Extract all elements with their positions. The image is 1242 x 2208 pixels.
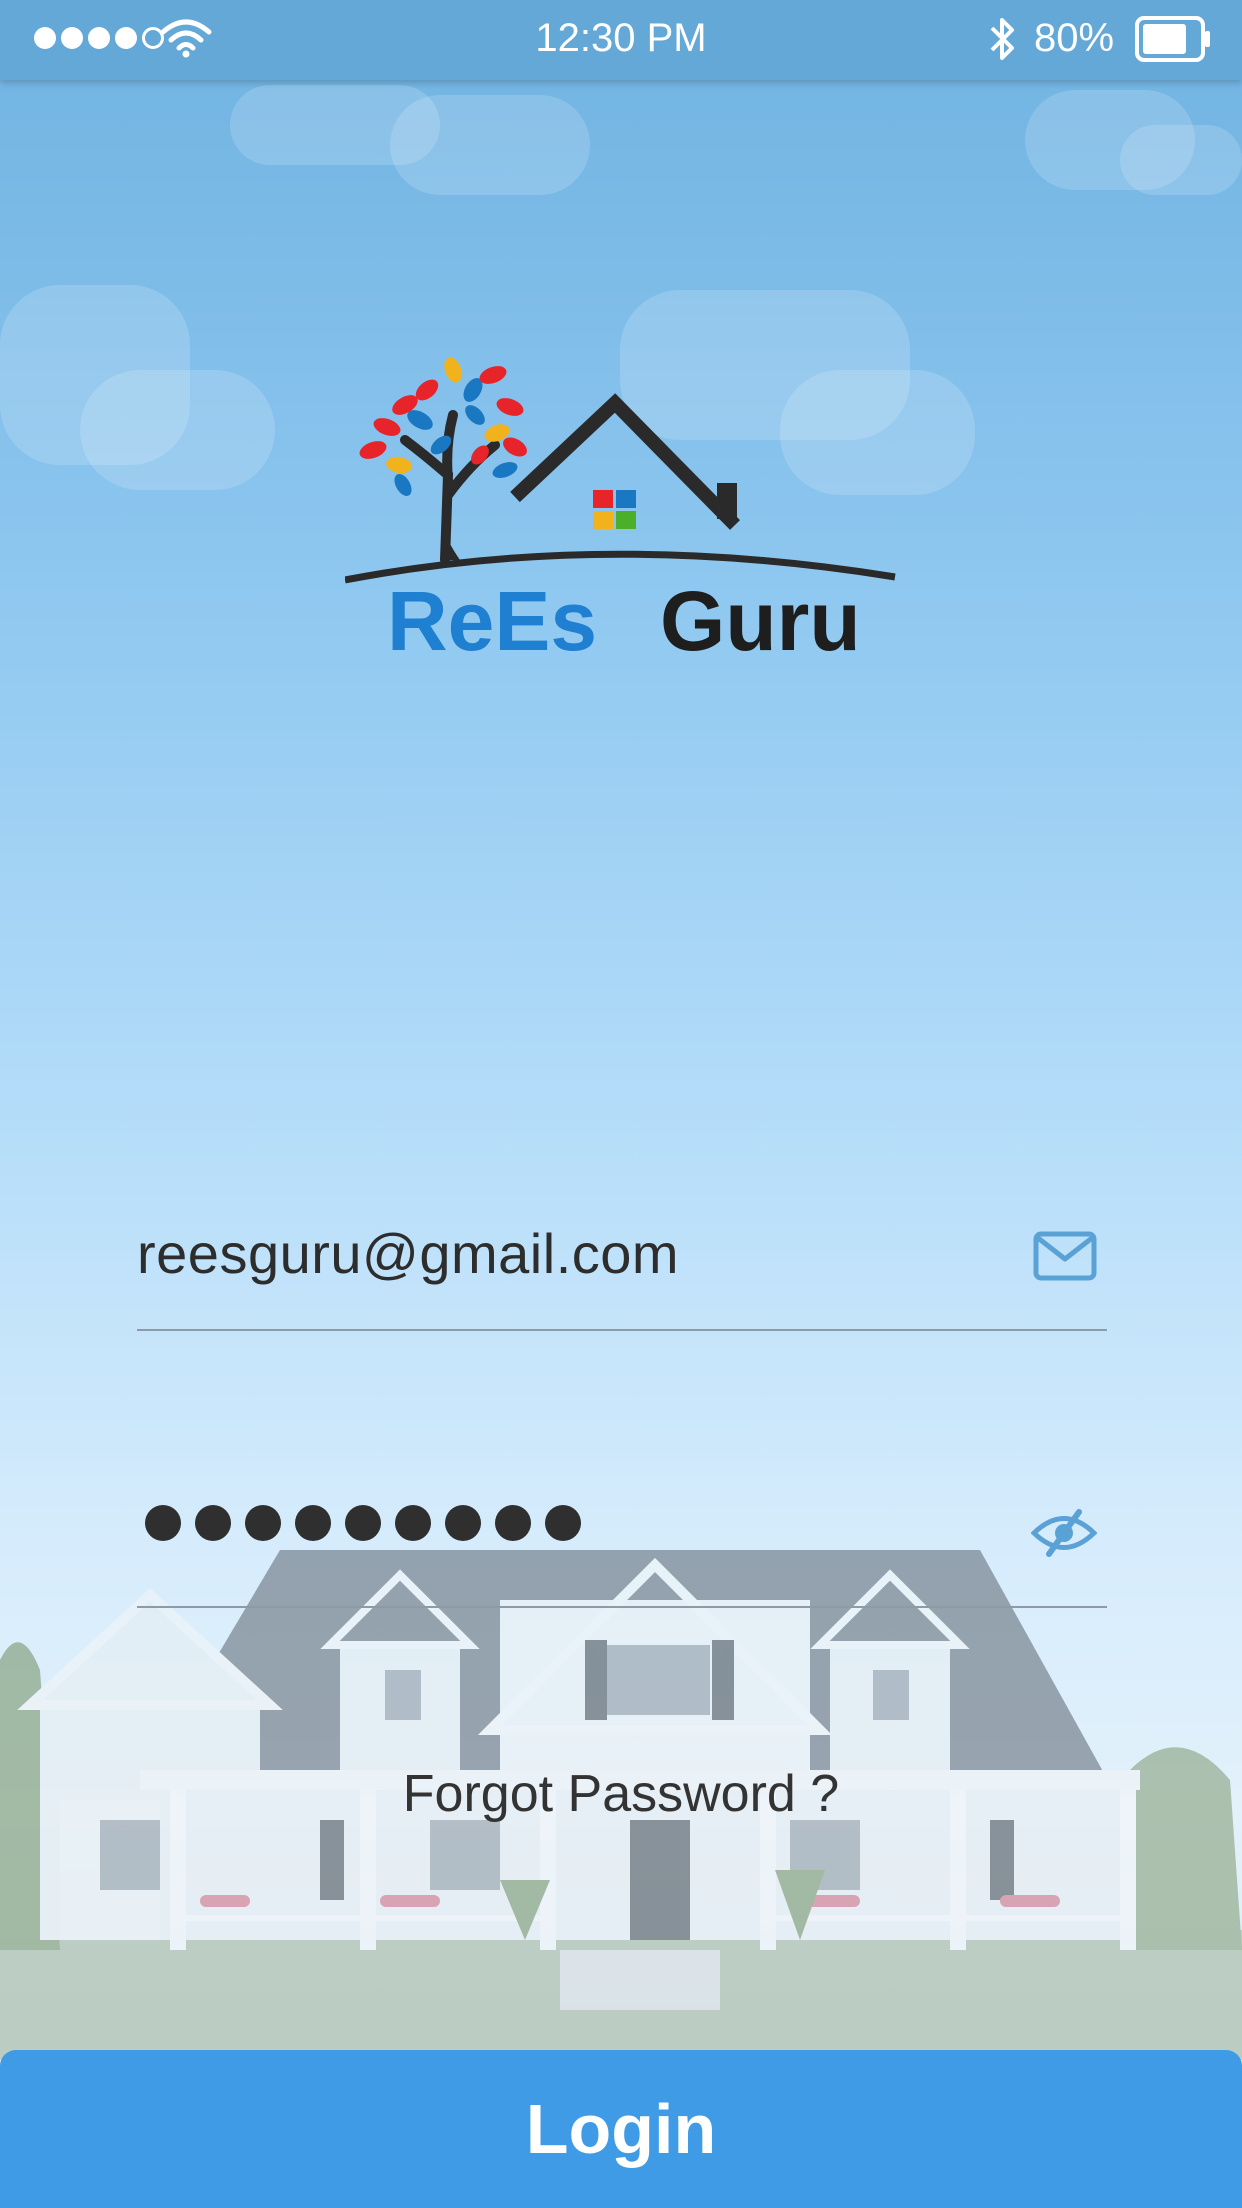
tree-icon	[359, 357, 527, 565]
password-input-masked[interactable]	[145, 1505, 581, 1541]
password-mask-dot	[145, 1505, 181, 1541]
login-button[interactable]: Login	[0, 2050, 1242, 2208]
password-mask-dot	[295, 1505, 331, 1541]
cloud	[80, 370, 275, 490]
login-screen: 12:30 PM 80% ReEs Guru reesguru@gmail.co…	[0, 0, 1242, 2208]
forgot-password-link[interactable]: Forgot Password ?	[0, 1764, 1242, 1824]
cloud	[390, 95, 590, 195]
mail-icon	[1033, 1231, 1097, 1281]
eye-slash-icon[interactable]	[1031, 1508, 1097, 1558]
bluetooth-icon	[990, 18, 1014, 60]
password-mask-dot	[395, 1505, 431, 1541]
password-mask-dot	[545, 1505, 581, 1541]
password-field[interactable]	[137, 1470, 1107, 1608]
password-mask-dot	[245, 1505, 281, 1541]
password-mask-dot	[445, 1505, 481, 1541]
logo-word-rees: ReEs	[387, 574, 597, 665]
password-mask-dot	[195, 1505, 231, 1541]
password-mask-dot	[345, 1505, 381, 1541]
cloud	[1120, 125, 1242, 195]
battery-percent: 80%	[1034, 16, 1115, 60]
email-field[interactable]: reesguru@gmail.com	[137, 1195, 1107, 1331]
email-input-value[interactable]: reesguru@gmail.com	[137, 1221, 679, 1286]
logo-word-guru: Guru	[660, 574, 861, 665]
battery-icon	[1135, 16, 1210, 62]
password-mask-dot	[495, 1505, 531, 1541]
status-bar: 12:30 PM 80%	[0, 0, 1242, 80]
app-logo: ReEs Guru	[345, 357, 896, 665]
